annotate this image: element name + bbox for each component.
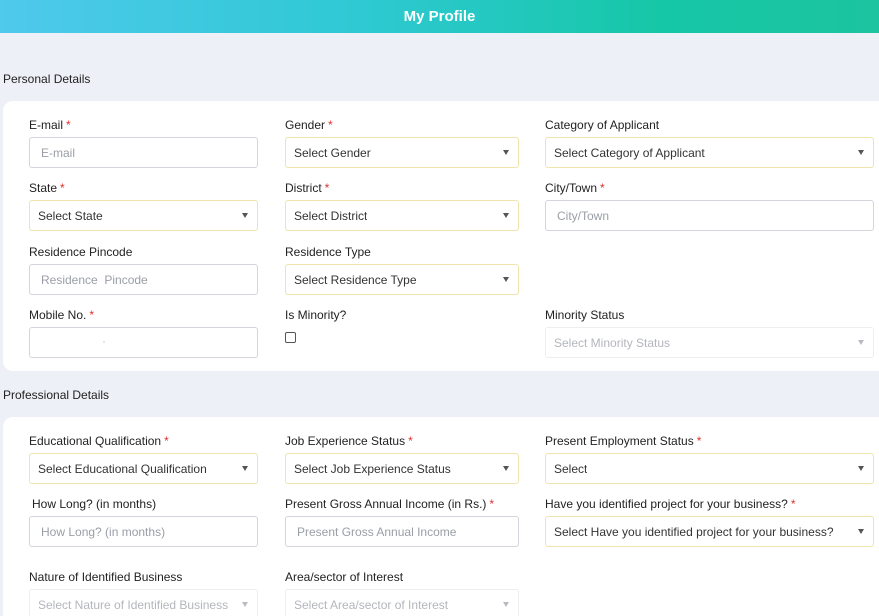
employment-select[interactable]: Select [545, 453, 874, 484]
mobile-label: Mobile No. * [29, 308, 95, 322]
email-field[interactable]: E-mail [29, 137, 258, 168]
page-header: My Profile [0, 0, 879, 33]
area-select[interactable]: Select Area/sector of Interest [285, 589, 519, 616]
how-long-label: How Long? (in months) [32, 497, 157, 511]
district-label: District * [285, 181, 330, 195]
mobile-field-cursor-mark [103, 341, 105, 343]
chevron-down-icon [503, 277, 509, 282]
state-label: State * [29, 181, 65, 195]
category-select[interactable]: Select Category of Applicant [545, 137, 874, 168]
residence-type-select[interactable]: Select Residence Type [285, 264, 519, 295]
minority-status-select[interactable]: Select Minority Status [545, 327, 874, 358]
page-title: My Profile [403, 8, 476, 25]
pincode-field[interactable]: Residence Pincode [29, 264, 258, 295]
city-label: City/Town * [545, 181, 605, 195]
email-label: E-mail * [29, 118, 71, 132]
education-label: Educational Qualification * [29, 434, 169, 448]
is-minority-label: Is Minority? [285, 308, 347, 322]
nature-label: Nature of Identified Business [29, 570, 183, 584]
category-label: Category of Applicant [545, 118, 660, 132]
education-select[interactable]: Select Educational Qualification [29, 453, 258, 484]
is-minority-checkbox[interactable] [285, 332, 296, 343]
nature-select[interactable]: Select Nature of Identified Business [29, 589, 258, 616]
state-select[interactable]: Select State [29, 200, 258, 231]
chevron-down-icon [858, 340, 864, 345]
mobile-field[interactable] [29, 327, 258, 358]
chevron-down-icon [503, 150, 509, 155]
gender-label: Gender * [285, 118, 333, 132]
income-field[interactable]: Present Gross Annual Income [285, 516, 519, 547]
minority-status-label: Minority Status [545, 308, 625, 322]
project-select[interactable]: Select Have you identified project for y… [545, 516, 874, 547]
chevron-down-icon [503, 602, 509, 607]
chevron-down-icon [503, 213, 509, 218]
chevron-down-icon [503, 466, 509, 471]
professional-details-heading: Professional Details [3, 388, 110, 402]
project-label: Have you identified project for your bus… [545, 497, 796, 511]
personal-details-heading: Personal Details [3, 72, 91, 86]
pincode-label: Residence Pincode [29, 245, 133, 259]
residence-type-label: Residence Type [285, 245, 371, 259]
gender-select[interactable]: Select Gender [285, 137, 519, 168]
district-select[interactable]: Select District [285, 200, 519, 231]
chevron-down-icon [858, 529, 864, 534]
city-field[interactable]: City/Town [545, 200, 874, 231]
chevron-down-icon [858, 150, 864, 155]
income-label: Present Gross Annual Income (in Rs.) * [285, 497, 495, 511]
chevron-down-icon [242, 466, 248, 471]
chevron-down-icon [858, 466, 864, 471]
chevron-down-icon [242, 602, 248, 607]
job-experience-label: Job Experience Status * [285, 434, 413, 448]
how-long-field[interactable]: How Long? (in months) [29, 516, 258, 547]
job-experience-select[interactable]: Select Job Experience Status [285, 453, 519, 484]
area-label: Area/sector of Interest [285, 570, 404, 584]
employment-label: Present Employment Status * [545, 434, 702, 448]
chevron-down-icon [242, 213, 248, 218]
